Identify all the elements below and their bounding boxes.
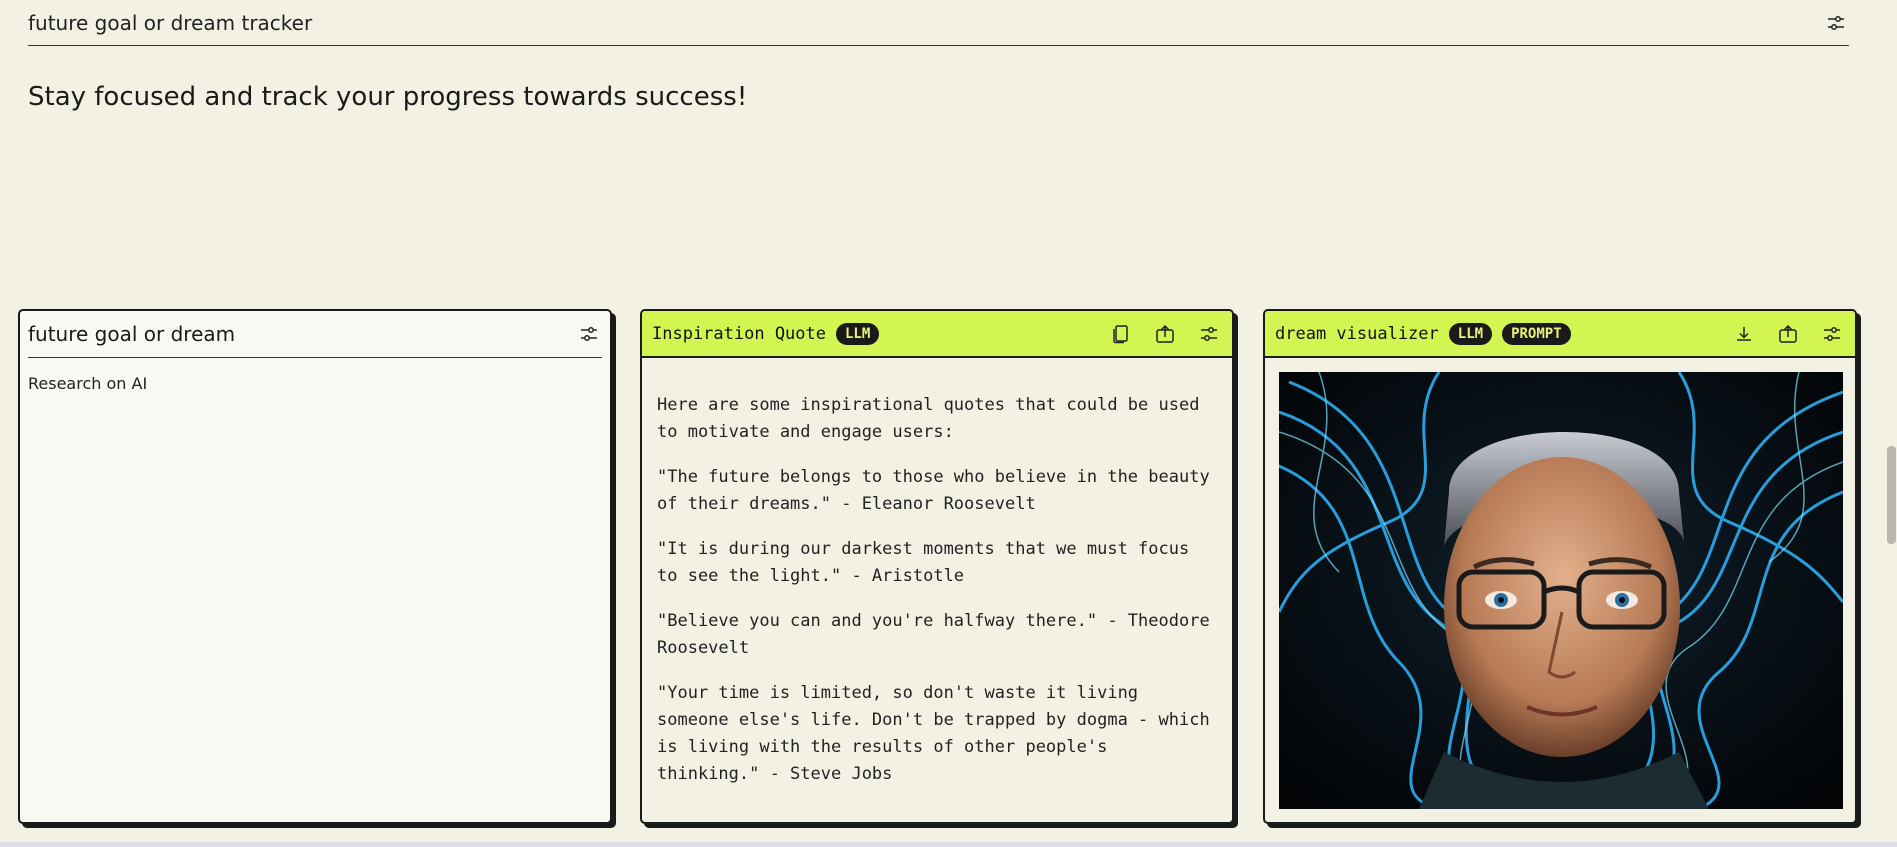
llm-badge: LLM [836, 322, 880, 345]
quote-card-header: Inspiration Quote LLM [642, 311, 1232, 358]
quote-paragraph: "It is during our darkest moments that w… [657, 539, 1190, 586]
settings-sliders-icon[interactable] [1823, 10, 1849, 36]
dream-image [1279, 372, 1843, 809]
prompt-badge: PROMPT [1502, 322, 1571, 345]
download-icon[interactable] [1731, 321, 1757, 347]
quote-paragraph: "The future belongs to those who believe… [657, 467, 1210, 514]
page-scrollbar[interactable] [1885, 0, 1897, 847]
quote-paragraph: "Your time is limited, so don't waste it… [657, 683, 1210, 784]
llm-badge: LLM [1448, 322, 1493, 345]
quote-card: Inspiration Quote LLM Here are some insp… [640, 309, 1234, 824]
quote-paragraph: "Believe you can and you're halfway ther… [657, 611, 1210, 658]
app-header: future goal or dream tracker [28, 0, 1849, 46]
goal-card: future goal or dream Research on AI [18, 309, 612, 824]
sliders-icon[interactable] [1196, 321, 1222, 347]
goal-card-header: future goal or dream [28, 311, 602, 358]
share-icon[interactable] [1775, 321, 1801, 347]
goal-input[interactable]: Research on AI [20, 358, 610, 409]
quote-card-title: Inspiration Quote [652, 323, 826, 344]
sliders-icon[interactable] [576, 321, 602, 347]
portrait-illustration [1279, 372, 1843, 809]
copy-icon[interactable] [1108, 321, 1134, 347]
bottom-edge [0, 842, 1897, 847]
goal-card-title: future goal or dream [28, 322, 236, 346]
visualizer-card-title: dream visualizer [1275, 323, 1439, 344]
page-title: future goal or dream tracker [28, 10, 313, 35]
scrollbar-thumb[interactable] [1887, 446, 1896, 544]
quote-output: Here are some inspirational quotes that … [642, 358, 1232, 788]
page-subtitle: Stay focused and track your progress tow… [28, 82, 748, 112]
share-icon[interactable] [1152, 321, 1178, 347]
visualizer-card-header: dream visualizer LLM PROMPT [1265, 311, 1855, 358]
quote-paragraph: Here are some inspirational quotes that … [657, 395, 1200, 442]
sliders-icon[interactable] [1819, 321, 1845, 347]
visualizer-card: dream visualizer LLM PROMPT [1263, 309, 1857, 824]
